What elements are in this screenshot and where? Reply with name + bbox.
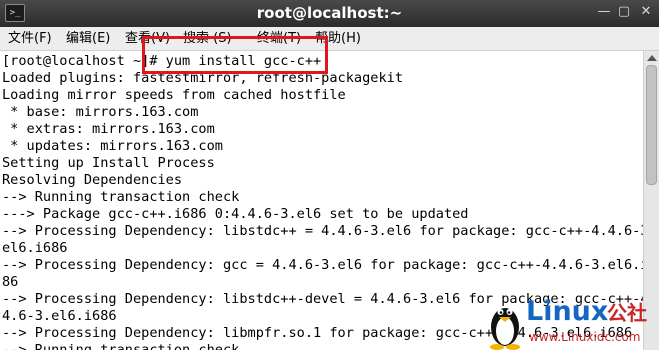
watermark-url: www.Linuxidc.com: [529, 330, 641, 344]
terminal-line: el6.i686: [2, 240, 68, 256]
terminal-line: --> Processing Dependency: libstdc++ = 4…: [2, 223, 643, 239]
terminal-line: 86: [2, 274, 19, 290]
close-icon[interactable]: ✕: [636, 2, 656, 22]
terminal-line: --> Running transaction check: [2, 189, 240, 205]
terminal-line: Setting up Install Process: [2, 155, 215, 171]
terminal-line: * extras: mirrors.163.com: [2, 121, 215, 137]
terminal-line: Loading mirror speeds from cached hostfi…: [2, 87, 346, 103]
minimize-icon[interactable]: —: [594, 2, 614, 22]
scrollbar-thumb[interactable]: [646, 65, 657, 185]
scroll-up-icon[interactable]: [647, 55, 657, 61]
terminal-line: * base: mirrors.163.com: [2, 104, 199, 120]
menu-edit[interactable]: 编辑(E): [66, 30, 110, 48]
command-highlight-box: [142, 36, 328, 74]
terminal-line: ---> Package gcc-c++.i686 0:4.4.6-3.el6 …: [2, 206, 469, 222]
watermark: Linux 公社 www.Linuxidc.com: [484, 296, 659, 350]
window-titlebar[interactable]: >_ root@localhost:~ — ▢ ✕: [0, 0, 659, 27]
window-title: root@localhost:~: [256, 4, 403, 22]
watermark-logo: Linux: [526, 296, 609, 327]
maximize-icon[interactable]: ▢: [614, 2, 634, 22]
terminal-line: Resolving Dependencies: [2, 172, 183, 188]
terminal-line: * updates: mirrors.163.com: [2, 138, 223, 154]
menu-bar: 文件(F) 编辑(E) 查看(V) 搜索 (S) 终端(T) 帮助(H): [0, 27, 659, 51]
tux-penguin-icon: [490, 308, 520, 350]
menu-file[interactable]: 文件(F): [8, 30, 52, 48]
terminal-line: --> Processing Dependency: gcc = 4.4.6-3…: [2, 257, 643, 273]
watermark-logo-suffix: 公社: [607, 301, 647, 325]
